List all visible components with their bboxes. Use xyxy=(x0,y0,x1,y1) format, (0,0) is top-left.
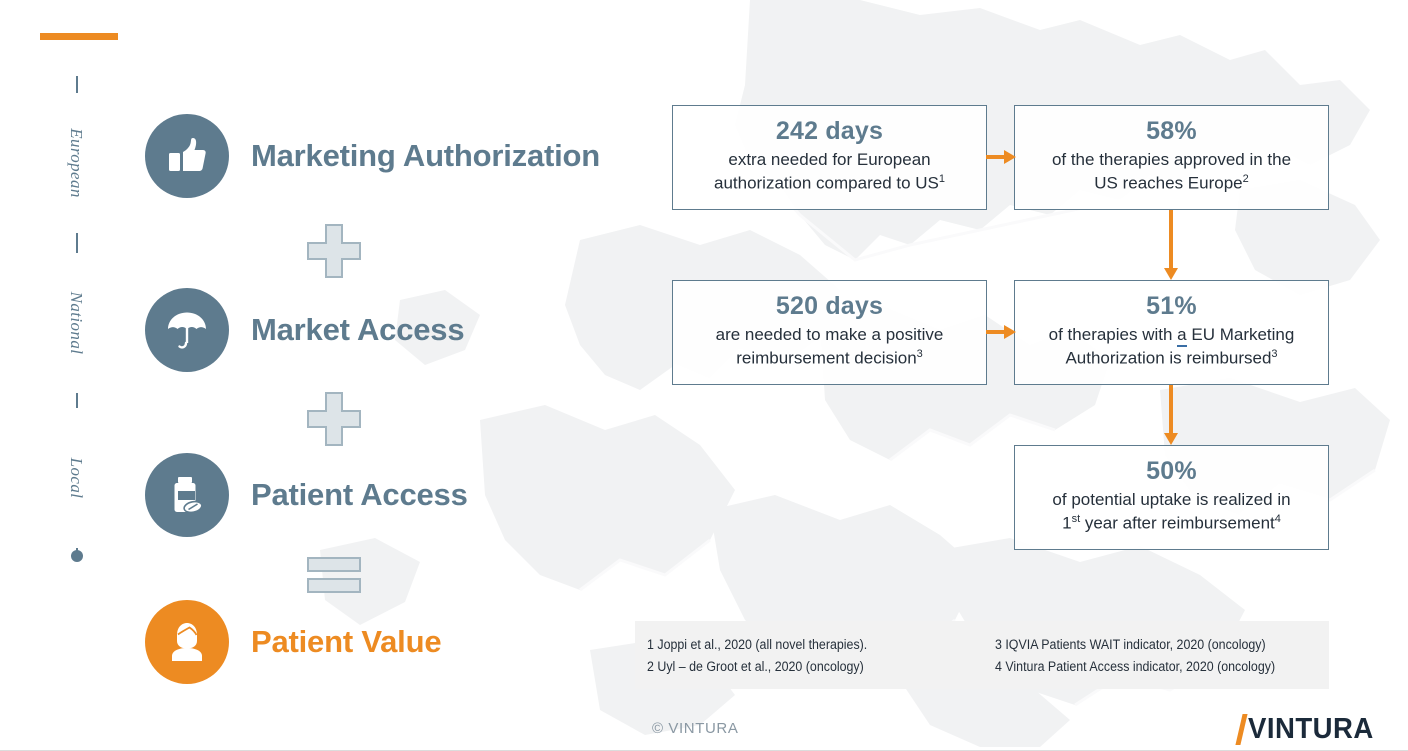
footnote-item: 3 IQVIA Patients WAIT indicator, 2020 (o… xyxy=(995,637,1266,652)
info-box-body-line1: are needed to make a positive xyxy=(715,325,944,345)
info-box-51-percent: 51% of therapies with a EU Marketing Aut… xyxy=(1014,280,1329,385)
info-box-body-line1-pre: of therapies with xyxy=(1048,325,1178,345)
footnotes-column-right: 3 IQVIA Patients WAIT indicator, 2020 (o… xyxy=(988,634,1329,689)
stage-label-patient-value: Patient Value xyxy=(251,624,442,659)
info-box-58-percent: 58% of the therapies approved in the US … xyxy=(1014,105,1329,210)
info-box-body: of therapies with a EU Marketing Authori… xyxy=(1027,324,1316,371)
footnote-item: 1 Joppi et al., 2020 (all novel therapie… xyxy=(647,637,868,652)
thumbs-up-icon xyxy=(145,114,229,198)
grammar-flagged-word: a xyxy=(1177,325,1187,348)
governance-level-scale: European National Local xyxy=(58,66,98,566)
logo-wordmark: VINTURA xyxy=(1247,713,1374,745)
arrow-right-icon xyxy=(986,325,1016,339)
info-box-body-line2-pre: 1 xyxy=(1062,513,1072,533)
arrow-down-icon xyxy=(1164,210,1178,282)
umbrella-icon xyxy=(145,288,229,372)
info-box-50-percent: 50% of potential uptake is realized in 1… xyxy=(1014,445,1329,550)
info-box-520-days: 520 days are needed to make a positive r… xyxy=(672,280,987,385)
stage-patient-value[interactable]: Patient Value xyxy=(145,600,442,684)
stage-marketing-authorization[interactable]: Marketing Authorization xyxy=(145,114,600,198)
info-box-body: are needed to make a positive reimbursem… xyxy=(685,324,974,371)
plus-operator xyxy=(305,222,363,285)
ordinal-suffix: st xyxy=(1071,513,1081,526)
info-box-body-line1: of potential uptake is realized in xyxy=(1052,490,1291,510)
copyright-notice: © VINTURA xyxy=(652,720,739,737)
info-box-body-line2: authorization compared to US xyxy=(713,173,939,193)
footnote-ref: 2 xyxy=(1242,173,1249,186)
info-box-headline: 520 days xyxy=(775,292,884,320)
info-box-headline: 51% xyxy=(1146,292,1197,320)
footnotes-column-left: 1 Joppi et al., 2020 (all novel therapie… xyxy=(647,634,988,689)
info-box-body: extra needed for European authorization … xyxy=(685,149,974,196)
info-box-headline: 58% xyxy=(1146,117,1197,145)
info-box-body: of potential uptake is realized in 1st y… xyxy=(1027,489,1316,536)
info-box-body-line1: extra needed for European xyxy=(728,150,931,170)
stage-label-market-access: Market Access xyxy=(251,312,465,347)
logo-slash-icon xyxy=(1235,714,1248,745)
stage-patient-access[interactable]: Patient Access xyxy=(145,453,468,537)
info-box-body-line2: Authorization is reimbursed xyxy=(1065,348,1272,368)
stage-label-marketing-authorization: Marketing Authorization xyxy=(251,138,601,173)
top-accent-bar xyxy=(40,33,118,40)
info-box-body: of the therapies approved in the US reac… xyxy=(1027,149,1316,196)
scale-label-national: National xyxy=(64,253,88,393)
info-box-body-line2: reimbursement decision xyxy=(736,348,917,368)
footnotes-panel: 1 Joppi et al., 2020 (all novel therapie… xyxy=(635,621,1329,689)
footnote-ref: 3 xyxy=(1271,348,1278,361)
patient-person-icon xyxy=(145,600,229,684)
arrow-right-icon xyxy=(986,150,1016,164)
slide-canvas: European National Local Marketing Author… xyxy=(0,0,1408,751)
info-box-242-days: 242 days extra needed for European autho… xyxy=(672,105,987,210)
footnote-ref: 4 xyxy=(1274,513,1281,526)
footnote-ref: 1 xyxy=(938,173,946,186)
stage-market-access[interactable]: Market Access xyxy=(145,288,465,372)
info-box-body-line2: US reaches Europe xyxy=(1094,173,1243,193)
arrow-down-icon xyxy=(1164,385,1178,447)
info-box-headline: 242 days xyxy=(775,117,884,145)
scale-label-european: European xyxy=(64,93,88,233)
pill-bottle-icon xyxy=(145,453,229,537)
footnote-item: 4 Vintura Patient Access indicator, 2020… xyxy=(995,659,1276,675)
stage-label-patient-access: Patient Access xyxy=(251,477,468,512)
info-box-body-line1-post: EU Marketing xyxy=(1186,325,1295,345)
equals-operator xyxy=(305,550,363,605)
vintura-logo: VINTURA xyxy=(1235,713,1380,746)
info-box-body-line2-post: year after reimbursement xyxy=(1080,513,1275,533)
footnote-item: 2 Uyl – de Groot et al., 2020 (oncology) xyxy=(647,659,864,675)
info-box-headline: 50% xyxy=(1146,457,1197,485)
scale-bottom-dot xyxy=(71,550,83,562)
plus-operator xyxy=(305,390,363,453)
scale-label-local: Local xyxy=(64,408,88,548)
info-box-body-line1: of the therapies approved in the xyxy=(1051,150,1292,170)
footnote-ref: 3 xyxy=(916,348,923,361)
